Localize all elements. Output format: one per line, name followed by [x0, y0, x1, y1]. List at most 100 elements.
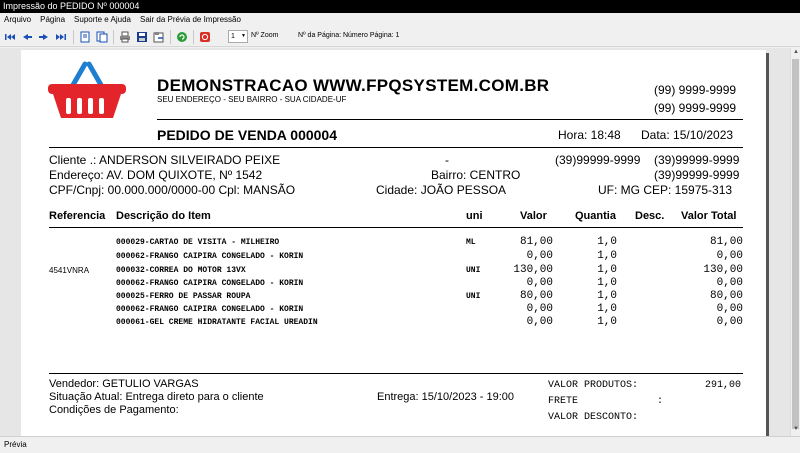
- column-header-quantity: Quantia: [575, 210, 616, 222]
- item-quantity: 1,0: [597, 290, 617, 302]
- item-unit: ML: [466, 238, 476, 247]
- delivery-date: Entrega: 15/10/2023 - 19:00: [377, 391, 514, 403]
- company-address: SEU ENDEREÇO - SEU BAIRRO - SUA CIDADE-U…: [157, 95, 347, 104]
- client-phone-2: (39)99999-9999: [654, 153, 740, 167]
- status-bar: Prévia: [0, 436, 800, 452]
- scroll-down-icon[interactable]: ▼: [792, 426, 800, 435]
- seller: Vendedor: GETULIO VARGAS: [49, 378, 199, 390]
- zoom-label: Nº Zoom: [251, 32, 279, 39]
- item-total: 0,00: [716, 250, 743, 262]
- client-bairro: Bairro: CENTRO: [431, 168, 521, 182]
- payment-conditions: Condições de Pagamento:: [49, 404, 179, 416]
- column-header-unit: uni: [466, 210, 483, 222]
- item-reference: 4541VNRA: [49, 266, 90, 275]
- item-quantity: 1,0: [597, 303, 617, 315]
- page-number-label: Nº da Página: Número Página: 1: [298, 32, 400, 39]
- item-value: 0,00: [526, 303, 553, 315]
- item-total: 0,00: [716, 316, 743, 328]
- item-description: 000061-GEL CREME HIDRATANTE FACIAL UREAD…: [116, 318, 318, 327]
- item-total: 0,00: [716, 303, 743, 315]
- divider: [49, 227, 743, 228]
- refresh-icon[interactable]: [175, 30, 189, 44]
- scroll-thumb[interactable]: [792, 59, 799, 429]
- item-value: 0,00: [526, 250, 553, 262]
- divider: [157, 119, 743, 120]
- zoom-select[interactable]: 1 ▼: [228, 30, 248, 43]
- client-uf-cep: UF: MG CEP: 15975-313: [598, 183, 733, 197]
- multi-page-icon[interactable]: [95, 30, 109, 44]
- client-phone-3: (39)99999-9999: [654, 168, 740, 182]
- divider: [49, 373, 743, 374]
- item-description: 000032-CORREA DO MOTOR 13VX: [116, 266, 246, 275]
- discount-label: VALOR DESCONTO:: [548, 412, 639, 423]
- item-value: 80,00: [519, 290, 553, 302]
- scroll-up-icon[interactable]: ▲: [792, 49, 800, 58]
- item-description: 000062-FRANGO CAIPIRA CONGELADO - KORIN: [116, 305, 304, 314]
- single-page-icon[interactable]: [78, 30, 92, 44]
- document-page: DEMONSTRACAO WWW.FPQSYSTEM.COM.BR SEU EN…: [21, 50, 766, 436]
- item-description: 000062-FRANGO CAIPIRA CONGELADO - KORIN: [116, 252, 304, 261]
- preview-area[interactable]: DEMONSTRACAO WWW.FPQSYSTEM.COM.BR SEU EN…: [0, 48, 790, 436]
- item-unit: UNI: [466, 292, 481, 301]
- last-page-icon[interactable]: [54, 30, 68, 44]
- next-page-icon[interactable]: [37, 30, 51, 44]
- delivery-status: Situação Atual: Entrega direto para o cl…: [49, 391, 264, 403]
- item-description: 000025-FERRO DE PASSAR ROUPA: [116, 292, 251, 301]
- item-total: 130,00: [703, 264, 743, 276]
- chevron-down-icon: ▼: [241, 33, 246, 39]
- export-icon[interactable]: [152, 30, 166, 44]
- basket-logo-icon: [47, 60, 127, 125]
- company-phone-2: (99) 9999-9999: [654, 101, 737, 115]
- client-cpf: CPF/Cnpj: 00.000.000/0000-00 Cpl: MANSÃO: [49, 183, 296, 197]
- item-value: 0,00: [526, 277, 553, 289]
- window-title: Impressão do PEDIDO Nº 000004: [0, 0, 800, 13]
- item-unit: UNI: [466, 266, 481, 275]
- menu-arquivo[interactable]: Arquivo: [4, 13, 31, 26]
- item-value: 81,00: [519, 236, 553, 248]
- company-phone-1: (99) 9999-9999: [654, 83, 737, 97]
- previous-page-icon[interactable]: [20, 30, 34, 44]
- client-city: Cidade: JOÃO PESSOA: [376, 183, 507, 197]
- freight-colon: :: [657, 396, 664, 407]
- order-time: Hora: 18:48: [558, 128, 621, 142]
- print-icon[interactable]: [118, 30, 132, 44]
- menu-sair[interactable]: Sair da Prévia de Impressão: [140, 13, 241, 26]
- divider: [49, 147, 743, 148]
- first-page-icon[interactable]: [3, 30, 17, 44]
- menu-pagina[interactable]: Página: [40, 13, 65, 26]
- client-name: Cliente .: ANDERSON SILVEIRADO PEIXE: [49, 153, 281, 167]
- freight-label: FRETE: [548, 396, 579, 407]
- menu-suporte[interactable]: Suporte e Ajuda: [74, 13, 131, 26]
- close-icon[interactable]: [198, 30, 212, 44]
- client-address: Endereço: AV. DOM QUIXOTE, Nº 1542: [49, 168, 263, 182]
- menu-bar: Arquivo Página Suporte e Ajuda Sair da P…: [0, 13, 800, 26]
- toolbar-separator: [193, 30, 194, 44]
- company-name: DEMONSTRACAO WWW.FPQSYSTEM.COM.BR: [157, 76, 550, 95]
- vertical-scrollbar[interactable]: ▲ ▼: [790, 48, 800, 436]
- item-quantity: 1,0: [597, 264, 617, 276]
- save-icon[interactable]: [135, 30, 149, 44]
- order-title: PEDIDO DE VENDA 000004: [157, 127, 337, 143]
- products-total-label: VALOR PRODUTOS:: [548, 380, 639, 391]
- item-quantity: 1,0: [597, 236, 617, 248]
- column-header-discount: Desc.: [635, 210, 665, 222]
- toolbar-separator: [170, 30, 171, 44]
- toolbar: 1 ▼ Nº Zoom Nº da Página: Número Página: …: [0, 27, 800, 47]
- column-header-description: Descrição do Item: [116, 210, 211, 222]
- client-phone-1: (39)99999-9999: [555, 153, 641, 167]
- column-header-value: Valor: [520, 210, 547, 222]
- item-quantity: 1,0: [597, 316, 617, 328]
- toolbar-separator: [73, 30, 74, 44]
- item-value: 0,00: [526, 316, 553, 328]
- products-total-value: 291,00: [704, 380, 741, 391]
- column-header-total: Valor Total: [681, 210, 737, 222]
- item-quantity: 1,0: [597, 250, 617, 262]
- toolbar-separator: [113, 30, 114, 44]
- item-description: 000062-FRANGO CAIPIRA CONGELADO - KORIN: [116, 279, 304, 288]
- order-date: Data: 15/10/2023: [641, 128, 734, 142]
- item-total: 0,00: [716, 277, 743, 289]
- column-header-reference: Referencia: [49, 210, 106, 222]
- item-quantity: 1,0: [597, 277, 617, 289]
- client-dash: -: [445, 153, 449, 167]
- item-total: 80,00: [709, 290, 743, 302]
